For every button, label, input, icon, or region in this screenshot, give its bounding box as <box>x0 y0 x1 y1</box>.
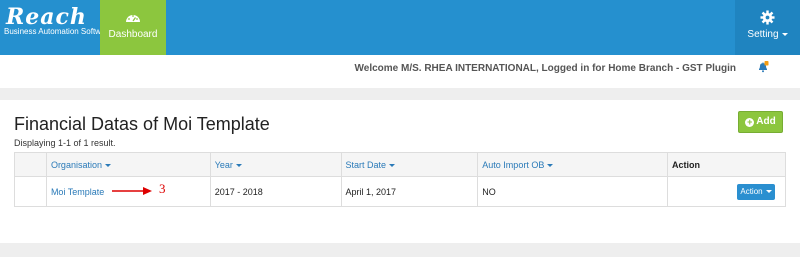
sort-caret-icon <box>389 163 396 167</box>
sort-caret-icon <box>104 163 111 167</box>
annotation-number: 3 <box>159 181 166 196</box>
nav-dashboard-label: Dashboard <box>108 29 158 40</box>
chevron-down-icon <box>781 33 788 36</box>
notification-bell-icon[interactable] <box>757 61 769 73</box>
column-header-action: Action <box>666 152 787 177</box>
chevron-down-icon <box>765 189 772 193</box>
nav-dashboard[interactable]: Dashboard <box>100 0 166 55</box>
logo-tagline: Business Automation Software <box>4 27 113 36</box>
sort-caret-icon <box>547 163 554 167</box>
column-header-year[interactable]: Year <box>209 152 342 177</box>
annotation-arrow <box>112 187 152 195</box>
auto-import-cell: NO <box>477 176 668 207</box>
year-cell: 2017 - 2018 <box>209 176 342 207</box>
column-header-auto-import[interactable]: Auto Import OB <box>477 152 668 177</box>
financial-data-panel: Financial Datas of Moi Template Displayi… <box>0 100 800 243</box>
welcome-bar: Welcome M/S. RHEA INTERNATIONAL, Logged … <box>0 55 800 88</box>
nav-setting[interactable]: Setting <box>735 0 800 55</box>
welcome-message: Welcome M/S. RHEA INTERNATIONAL, Logged … <box>354 63 737 74</box>
plus-circle-icon: + <box>745 117 755 127</box>
page-title: Financial Datas of Moi Template <box>14 114 270 134</box>
financial-data-table: Organisation Year Start Date Auto Import… <box>14 152 787 207</box>
sort-caret-icon <box>235 163 242 167</box>
add-button-label: Add <box>756 116 776 127</box>
add-button[interactable]: + Add <box>738 111 783 133</box>
start-date-cell: April 1, 2017 <box>340 176 479 207</box>
action-cell: Action <box>666 176 787 207</box>
column-header-start-date[interactable]: Start Date <box>340 152 479 177</box>
dashboard-gauge-icon <box>126 15 140 22</box>
row-checkbox-cell <box>14 176 47 207</box>
column-header-blank <box>14 152 47 177</box>
table-header-row: Organisation Year Start Date Auto Import… <box>14 152 787 177</box>
gear-icon <box>760 10 775 25</box>
logo[interactable]: Reach Business Automation Software <box>0 0 113 55</box>
result-summary: Displaying 1-1 of 1 result. <box>14 138 116 148</box>
row-action-dropdown[interactable]: Action <box>736 183 775 200</box>
nav-setting-label: Setting <box>735 29 800 40</box>
column-header-organisation[interactable]: Organisation <box>45 152 211 177</box>
top-navbar: Reach Business Automation Software Dashb… <box>0 0 800 55</box>
logo-wordmark: Reach <box>6 4 87 30</box>
